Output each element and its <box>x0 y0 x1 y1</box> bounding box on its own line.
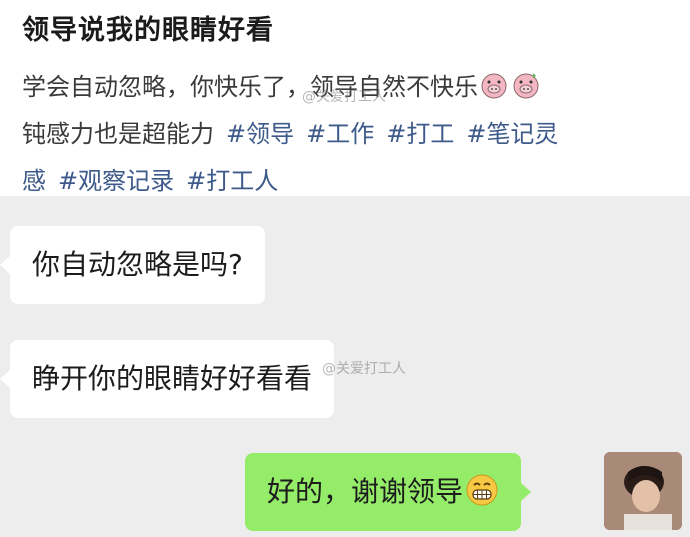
avatar[interactable] <box>604 452 682 530</box>
message-text: 睁开你的眼睛好好看看 <box>32 362 313 395</box>
post-title: 领导说我的眼睛好看 <box>22 15 274 46</box>
post-text: 钝感力也是超能力 <box>22 120 214 148</box>
post-line-2: 钝感力也是超能力 #领导 #工作 #打工 #笔记灵 <box>22 111 672 158</box>
post-text: 学会自动忽略，你快乐了，领导自然不快乐 <box>22 73 478 101</box>
pig-emoji-icon <box>481 73 507 99</box>
hashtag-link[interactable]: #工作 <box>306 120 374 148</box>
hashtag-continuation[interactable]: 感 <box>22 167 46 195</box>
watermark: @关爱打工人 <box>322 361 406 377</box>
post-card: 领导说我的眼睛好看 学会自动忽略，你快乐了，领导自然不快乐 钝感力也是超能力 #领… <box>0 0 690 196</box>
hashtag-link[interactable]: #观察记录 <box>58 167 174 195</box>
message-text: 好的，谢谢领导 <box>267 475 464 508</box>
hashtag-link[interactable]: #笔记灵 <box>466 120 558 148</box>
sent-message-bubble: 好的，谢谢领导 <box>245 453 532 531</box>
watermark: @关爱打工人 <box>302 89 386 105</box>
grin-emoji-icon <box>466 474 498 506</box>
hashtag-link[interactable]: #打工 <box>386 120 454 148</box>
message-text: 你自动忽略是吗? <box>32 248 243 281</box>
avatar-image <box>604 452 682 530</box>
received-message-bubble: 你自动忽略是吗? <box>0 226 265 304</box>
received-message-bubble: 睁开你的眼睛好好看看 <box>0 340 335 418</box>
hashtag-link[interactable]: #打工人 <box>186 167 278 195</box>
hashtag-link[interactable]: #领导 <box>226 120 294 148</box>
pig-emoji-icon <box>513 73 539 99</box>
